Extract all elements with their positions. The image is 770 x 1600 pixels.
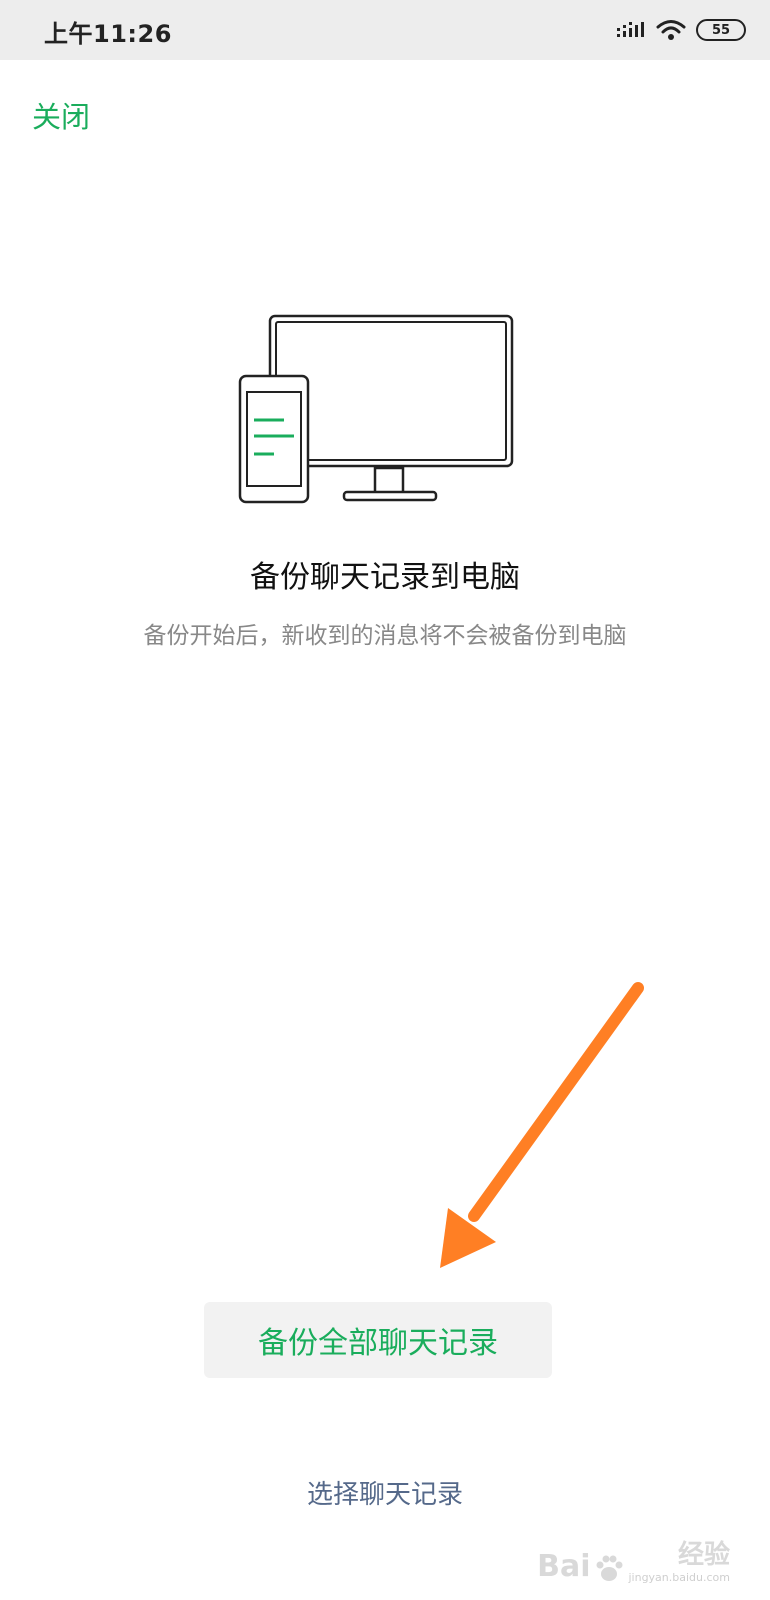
status-time: 上午11:26: [44, 20, 172, 48]
page-title: 备份聊天记录到电脑: [250, 560, 520, 595]
watermark-text: 经验 jingyan.baidu.com: [628, 1534, 730, 1584]
status-bar: 上午11:26 55: [0, 0, 770, 60]
battery-icon: 55: [696, 19, 746, 41]
signal-icon: [617, 22, 644, 37]
watermark-brand-cn: 经验: [677, 1540, 730, 1570]
backup-all-button[interactable]: 备份全部聊天记录: [204, 1302, 552, 1378]
paw-icon: [596, 1555, 623, 1581]
watermark-brand: Bai: [537, 1549, 591, 1584]
phone-to-computer-icon: [238, 314, 514, 504]
baidu-jingyan-watermark: Bai 经验 jingyan.baidu.com: [537, 1534, 730, 1584]
close-button[interactable]: 关闭: [32, 94, 90, 136]
orange-arrow-icon: [440, 982, 644, 1268]
page-description: 备份开始后，新收到的消息将不会被备份到电脑: [143, 623, 627, 649]
select-chats-link[interactable]: 选择聊天记录: [0, 1474, 770, 1511]
watermark-site: jingyan.baidu.com: [628, 1571, 730, 1584]
status-icons: 55: [616, 16, 746, 44]
wifi-icon: [656, 20, 686, 40]
